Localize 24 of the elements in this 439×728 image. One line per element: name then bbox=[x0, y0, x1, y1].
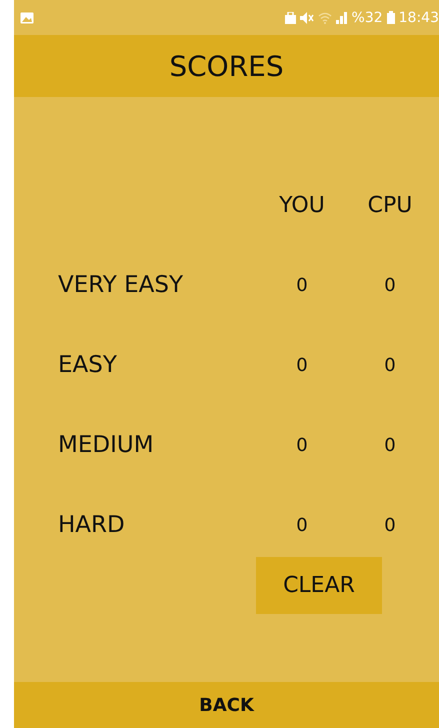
clock-time: 18:43 bbox=[398, 10, 439, 26]
player-score: 0 bbox=[295, 354, 309, 376]
battery-icon bbox=[386, 11, 395, 24]
player-score: 0 bbox=[295, 434, 309, 456]
screen-title: SCORES bbox=[169, 50, 284, 82]
cpu-score: 0 bbox=[383, 514, 397, 536]
image-icon bbox=[20, 12, 34, 24]
cpu-score: 0 bbox=[383, 354, 397, 376]
wifi-icon bbox=[318, 12, 332, 24]
difficulty-label: HARD bbox=[58, 512, 126, 538]
difficulty-label: EASY bbox=[58, 352, 118, 378]
player-score: 0 bbox=[295, 514, 309, 536]
mute-icon bbox=[300, 12, 314, 24]
player-score: 0 bbox=[295, 274, 309, 296]
difficulty-label: MEDIUM bbox=[58, 432, 155, 458]
cpu-score: 0 bbox=[383, 434, 397, 456]
difficulty-label: VERY EASY bbox=[58, 272, 184, 298]
column-header: CPU bbox=[366, 192, 414, 218]
clear-button[interactable]: CLEAR bbox=[256, 557, 382, 614]
signal-icon bbox=[336, 12, 348, 24]
battery-percent: %32 bbox=[352, 10, 383, 26]
column-header: YOU bbox=[278, 192, 326, 218]
cpu-score: 0 bbox=[383, 274, 397, 296]
back-button[interactable]: BACK bbox=[14, 682, 439, 728]
